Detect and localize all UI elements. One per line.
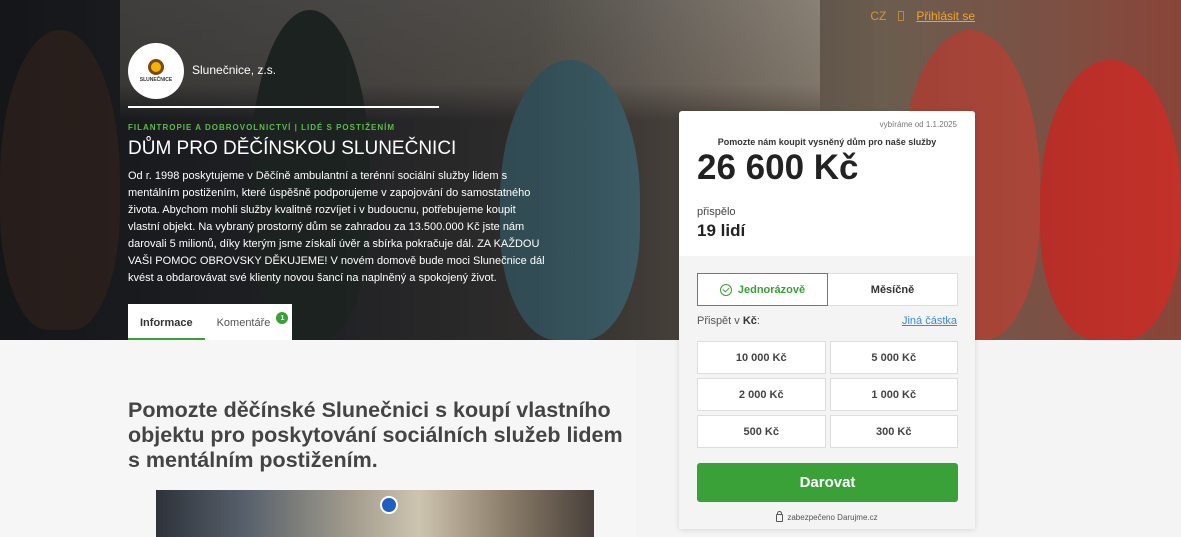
tab-informace[interactable]: Informace bbox=[128, 304, 205, 340]
check-circle-icon bbox=[719, 283, 732, 296]
tab-label: Komentáře bbox=[216, 316, 271, 329]
amount-option[interactable]: 10 000 Kč bbox=[697, 341, 826, 374]
sunflower-icon bbox=[148, 59, 164, 75]
campaign-tabs: Informace Komentáře 1 bbox=[128, 304, 293, 340]
campaign-description: Od r. 1998 poskytujeme v Děčíně ambulant… bbox=[128, 170, 545, 284]
info-sign-icon bbox=[380, 496, 398, 514]
org-name-link[interactable]: Slunečnice, z.s. bbox=[192, 63, 276, 77]
comment-count-badge: 1 bbox=[276, 312, 289, 324]
campaign-title: DŮM PRO DĚČÍNSKOU SLUNEČNICI bbox=[128, 138, 457, 159]
other-amount-link[interactable]: Jiná částka bbox=[902, 315, 957, 327]
lock-icon bbox=[776, 511, 784, 522]
tab-label: Informace bbox=[140, 316, 193, 329]
amount-option[interactable]: 1 000 Kč bbox=[829, 378, 958, 411]
secure-text: zabezpečeno Darujme.cz bbox=[787, 512, 878, 522]
content-photo bbox=[156, 490, 594, 537]
frequency-monthly-button[interactable]: Měsíčně bbox=[828, 273, 958, 306]
secure-note: zabezpečeno Darujme.cz bbox=[679, 511, 975, 522]
frequency-monthly-label: Měsíčně bbox=[870, 283, 915, 296]
currency-code: Kč bbox=[742, 315, 757, 327]
frequency-once-label: Jednorázově bbox=[737, 283, 806, 296]
tab-komentare[interactable]: Komentáře 1 bbox=[205, 304, 293, 340]
amount-options: 10 000 Kč 5 000 Kč 2 000 Kč 1 000 Kč 500… bbox=[697, 341, 958, 448]
amount-option[interactable]: 300 Kč bbox=[829, 415, 958, 448]
campaign-categories: FILANTROPIE A DOBROVOLNICTVÍ | LIDÉ S PO… bbox=[128, 123, 395, 132]
top-nav: CZ Přihlásit se bbox=[870, 9, 975, 23]
frequency-toggle: Jednorázově Měsíčně bbox=[697, 273, 958, 306]
language-switch[interactable]: CZ bbox=[870, 9, 886, 23]
org-logo[interactable]: SLUNEČNICE bbox=[128, 43, 184, 99]
contributors-count: 19 lidí bbox=[697, 221, 746, 240]
currency-label: Přispět v Kč: bbox=[697, 315, 760, 327]
collected-amount: 26 600 Kč bbox=[697, 148, 859, 187]
donation-card: vybíráme od 1.1.2025 Pomozte nám koupit … bbox=[679, 111, 975, 529]
login-link[interactable]: Přihlásit se bbox=[916, 9, 975, 23]
collection-start: vybíráme od 1.1.2025 bbox=[879, 120, 957, 129]
frequency-once-button[interactable]: Jednorázově bbox=[697, 273, 828, 306]
amount-option[interactable]: 500 Kč bbox=[697, 415, 826, 448]
hero-divider bbox=[128, 106, 439, 108]
flag-icon bbox=[898, 11, 905, 21]
hero-banner: CZ Přihlásit se SLUNEČNICE Slunečnice, z… bbox=[0, 0, 1181, 340]
amount-option[interactable]: 5 000 Kč bbox=[829, 341, 958, 374]
donate-button[interactable]: Darovat bbox=[697, 463, 958, 502]
contributed-label: přispělo bbox=[697, 206, 736, 218]
main-content: Pomozte děčínské Slunečnici s koupí vlas… bbox=[0, 340, 636, 537]
logo-text: SLUNEČNICE bbox=[139, 77, 173, 83]
content-heading: Pomozte děčínské Slunečnici s koupí vlas… bbox=[128, 398, 623, 472]
goal-text: Pomozte nám koupit vysněný dům pro naše … bbox=[717, 137, 937, 147]
amount-option[interactable]: 2 000 Kč bbox=[697, 378, 826, 411]
contribute-in-text: Přispět v bbox=[697, 315, 740, 327]
